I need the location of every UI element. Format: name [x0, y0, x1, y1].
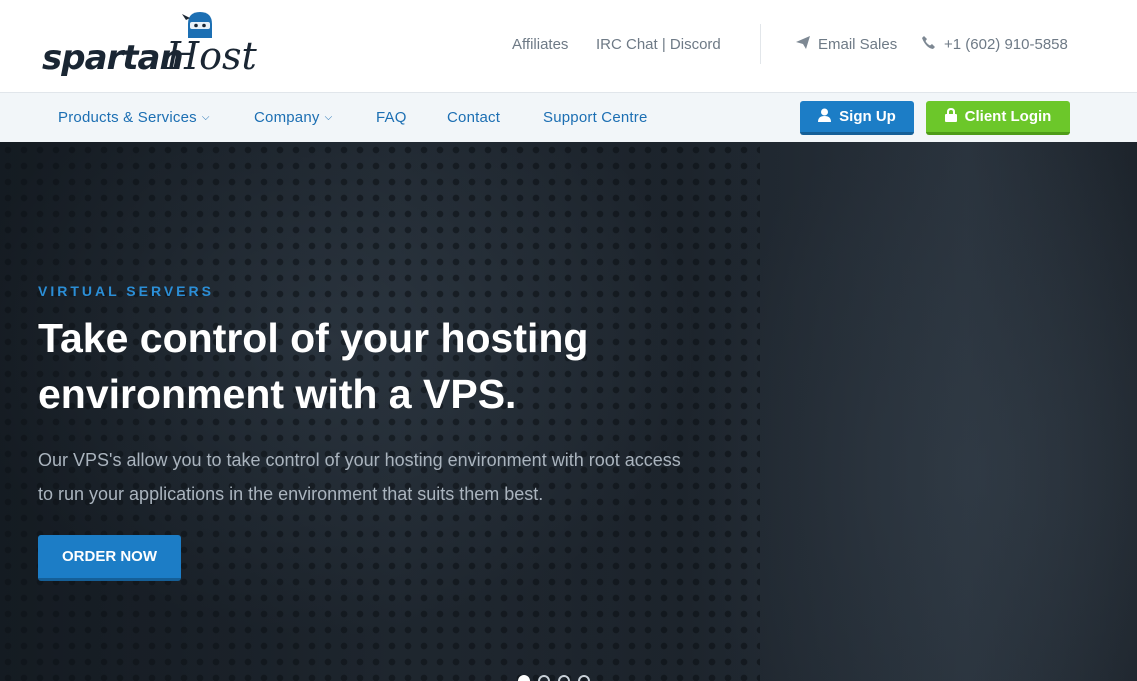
- slider-dot-1[interactable]: [518, 675, 530, 681]
- slider-dot-3[interactable]: [558, 675, 570, 681]
- phone-number: +1 (602) 910-5858: [944, 36, 1068, 53]
- slider-dot-4[interactable]: [578, 675, 590, 681]
- hero-eyebrow: VIRTUAL SERVERS: [38, 283, 214, 299]
- nav-item-label: Company: [254, 109, 320, 126]
- phone-link[interactable]: +1 (602) 910-5858: [922, 36, 1068, 53]
- top-bar: spartan Host Affiliates IRC Chat | Disco…: [0, 0, 1137, 92]
- site-logo[interactable]: spartan Host: [42, 10, 257, 80]
- logo-text-host: Host: [166, 34, 257, 78]
- client-login-button[interactable]: Client Login: [926, 101, 1070, 135]
- sign-up-label: Sign Up: [839, 108, 896, 125]
- slider-dot-2[interactable]: [538, 675, 550, 681]
- top-bar-divider: [760, 24, 761, 64]
- nav-item-faq[interactable]: FAQ: [376, 109, 407, 126]
- chevron-down-icon: ⌵: [201, 112, 210, 123]
- nav-item-products-services[interactable]: Products & Services ⌵: [58, 109, 210, 126]
- hero-slider: VIRTUAL SERVERS Take control of your hos…: [0, 142, 1137, 681]
- nav-item-contact[interactable]: Contact: [447, 109, 500, 126]
- affiliates-link[interactable]: Affiliates: [512, 36, 568, 53]
- lock-icon: [944, 107, 957, 125]
- email-sales-label: Email Sales: [818, 36, 898, 53]
- order-now-button[interactable]: ORDER NOW: [38, 535, 181, 581]
- hero-headline: Take control of your hosting environment…: [38, 315, 589, 417]
- nav-item-company[interactable]: Company ⌵: [254, 109, 332, 126]
- phone-icon: [922, 36, 938, 53]
- main-nav: Products & Services ⌵ Company ⌵ FAQ Contac…: [0, 92, 1137, 142]
- user-icon: [818, 108, 832, 125]
- irc-chat-discord-link[interactable]: IRC Chat | Discord: [596, 36, 721, 53]
- hero-subtext: Our VPS's allow you to take control of y…: [38, 450, 681, 504]
- nav-item-support-centre[interactable]: Support Centre: [543, 109, 648, 126]
- logo-text-spartan: spartan: [42, 38, 184, 78]
- nav-item-label: Products & Services: [58, 109, 197, 126]
- sign-up-button[interactable]: Sign Up: [800, 101, 914, 135]
- client-login-label: Client Login: [964, 108, 1052, 125]
- chevron-down-icon: ⌵: [324, 112, 333, 123]
- email-sales-link[interactable]: Email Sales: [796, 36, 897, 53]
- paper-plane-icon: [796, 36, 812, 53]
- slider-pagination: [518, 675, 590, 681]
